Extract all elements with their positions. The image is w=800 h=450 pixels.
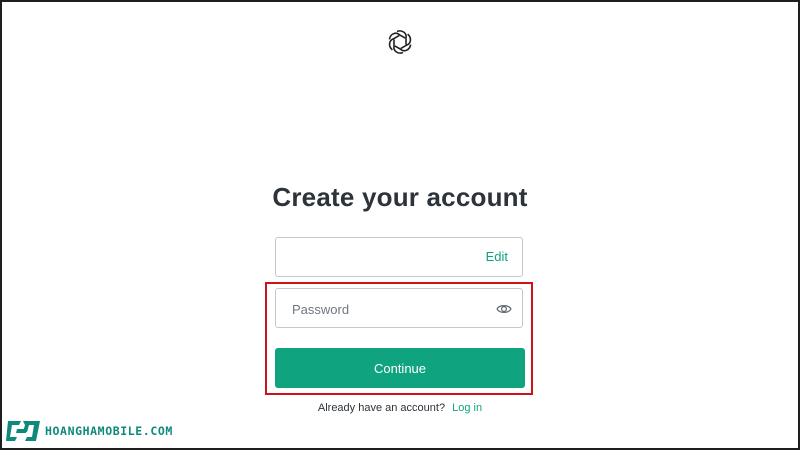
page-title: Create your account bbox=[272, 182, 528, 212]
login-link[interactable]: Log in bbox=[452, 402, 482, 414]
email-field[interactable]: Edit bbox=[275, 237, 523, 277]
highlight-box bbox=[265, 282, 533, 395]
watermark: HOANGHAMOBILE.COM bbox=[5, 418, 173, 444]
openai-logo-icon bbox=[388, 30, 412, 54]
login-prompt: Already have an account? Log in bbox=[0, 402, 800, 414]
hoanghamobile-logo-icon bbox=[6, 421, 40, 441]
edit-email-link[interactable]: Edit bbox=[486, 249, 508, 264]
login-prompt-text: Already have an account? bbox=[317, 402, 446, 414]
watermark-text: HOANGHAMOBILE.COM bbox=[45, 424, 173, 438]
